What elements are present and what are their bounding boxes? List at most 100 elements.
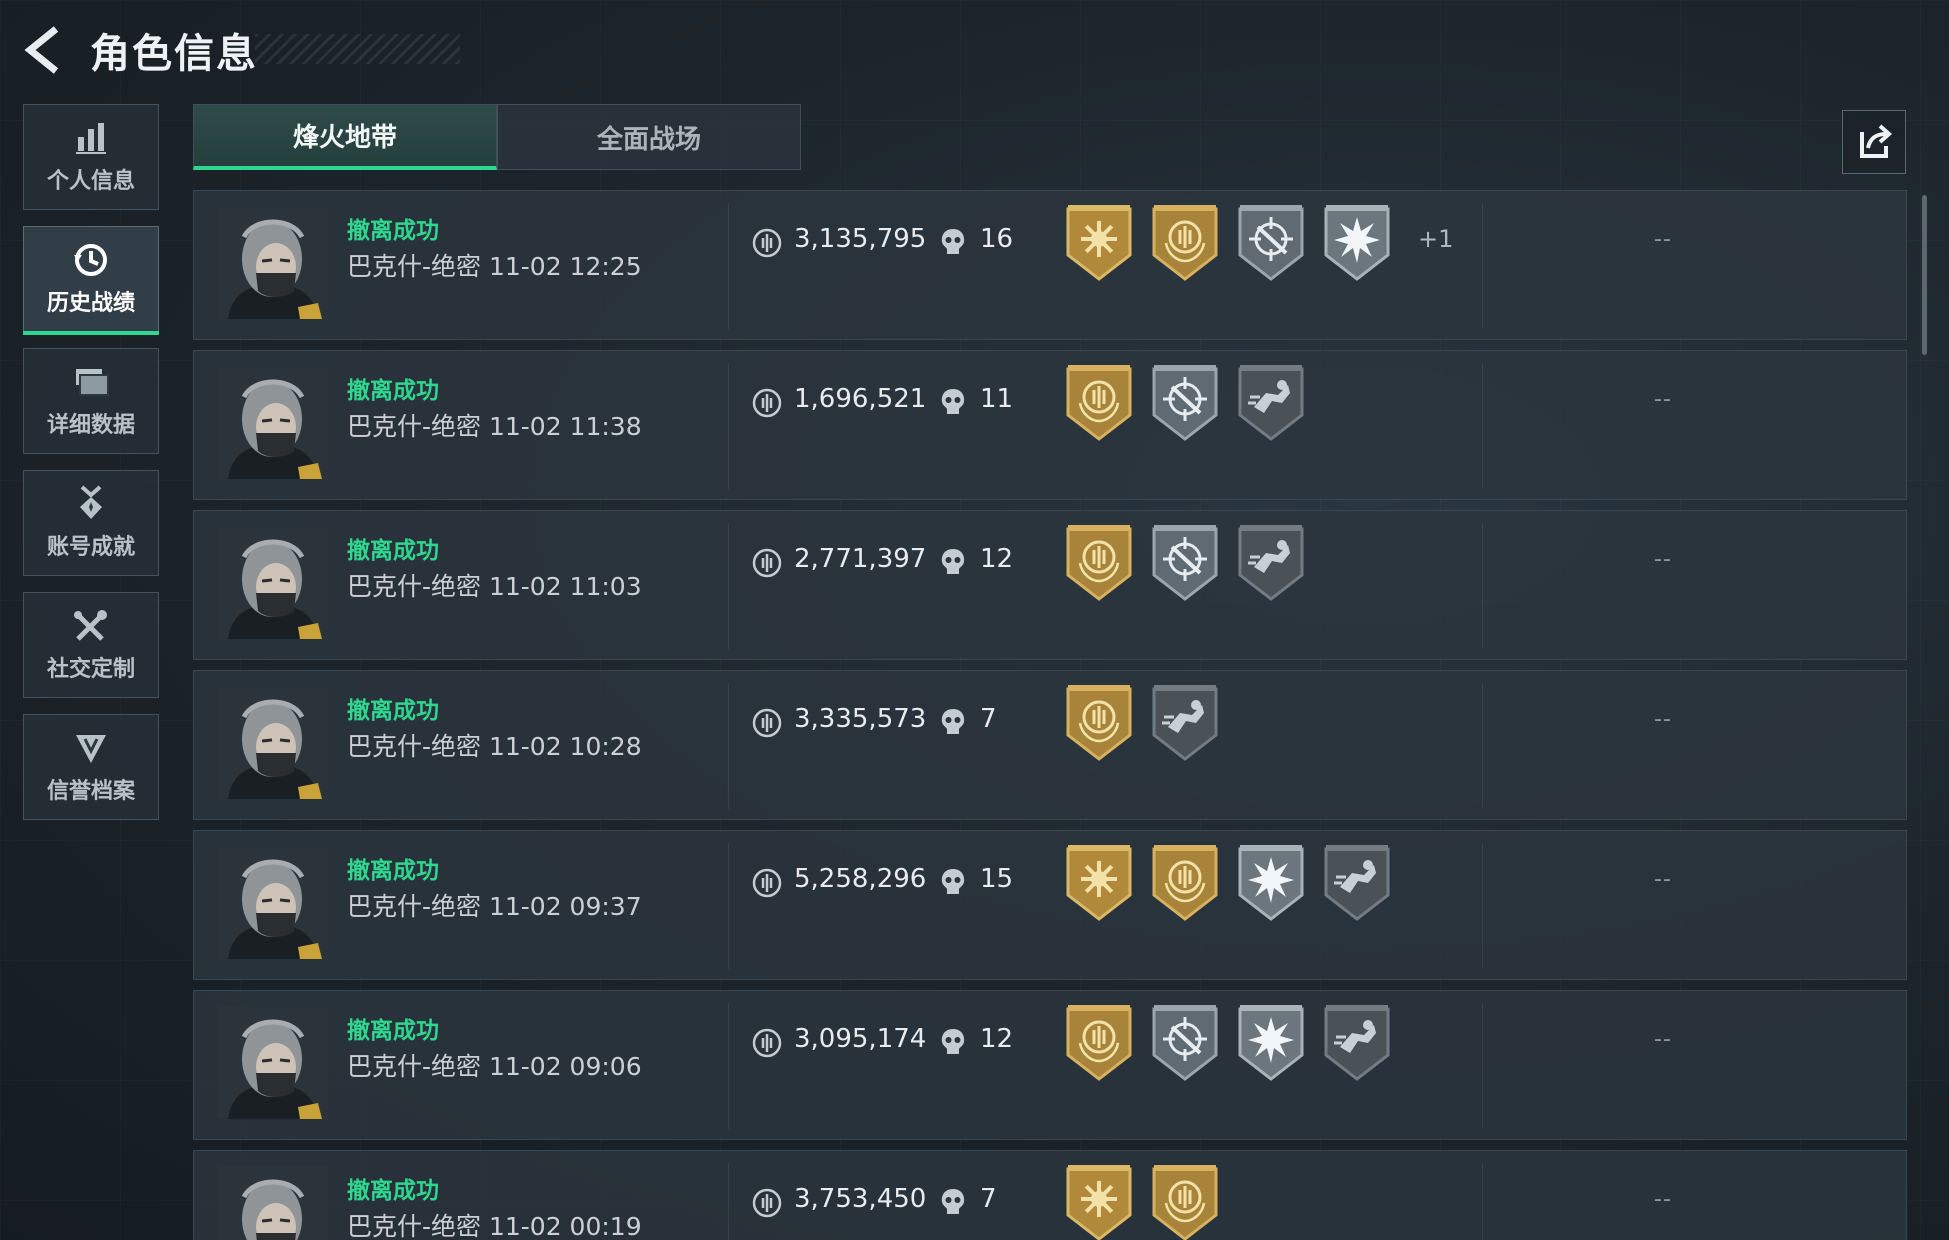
sidebar-item-label: 详细数据 <box>46 413 135 438</box>
sidebar-item-personal-info[interactable]: 个人信息 <box>23 104 159 210</box>
sidebar-item-detailed-data[interactable]: 详细数据 <box>23 348 159 454</box>
money-value: 3,135,795 <box>794 224 927 254</box>
operator-avatar <box>218 527 328 639</box>
map-and-time: 巴克什-绝密 11-02 11:38 <box>347 412 642 441</box>
rank-placeholder: -- <box>1654 227 1672 252</box>
emblem-gold-badge-icon[interactable] <box>1064 363 1134 443</box>
sidebar-item-achievements[interactable]: 账号成就 <box>23 470 159 576</box>
sunburst-gold-badge-icon[interactable] <box>1064 203 1134 283</box>
skull-icon <box>939 227 967 257</box>
sidebar-item-label: 个人信息 <box>46 169 135 194</box>
rank-placeholder: -- <box>1654 547 1672 572</box>
skull-icon <box>939 387 967 417</box>
money-icon <box>752 548 782 578</box>
operator-avatar <box>218 207 328 319</box>
skull-icon <box>939 1027 967 1057</box>
operator-avatar <box>218 1167 328 1240</box>
skull-icon <box>939 867 967 897</box>
match-row[interactable]: 撤离成功 巴克什-绝密 11-02 11:38 1,696,521 11 -- <box>193 350 1907 500</box>
sunburst-gold-badge-icon[interactable] <box>1064 843 1134 923</box>
sidebar-item-credit-record[interactable]: 信誉档案 <box>23 714 159 820</box>
title-decoration <box>255 34 460 64</box>
extraction-status: 撤离成功 <box>347 1178 439 1204</box>
sidebar-item-match-history[interactable]: 历史战绩 <box>23 226 159 335</box>
column-divider <box>1482 843 1483 969</box>
match-row[interactable]: 撤离成功 巴克什-绝密 11-02 09:06 3,095,174 12 -- <box>193 990 1907 1140</box>
burst-silver-badge-icon[interactable] <box>1236 843 1306 923</box>
money-value: 3,753,450 <box>794 1184 927 1214</box>
crosshair-silver-badge-icon[interactable] <box>1150 523 1220 603</box>
column-divider <box>728 1003 729 1129</box>
extraction-status: 撤离成功 <box>347 698 439 724</box>
crosshair-silver-badge-icon[interactable] <box>1150 1003 1220 1083</box>
money-icon <box>752 388 782 418</box>
crosshair-silver-badge-icon[interactable] <box>1150 363 1220 443</box>
rank-placeholder: -- <box>1654 1027 1672 1052</box>
column-divider <box>1482 363 1483 489</box>
map-and-time: 巴克什-绝密 11-02 09:06 <box>347 1052 642 1081</box>
sunburst-gold-badge-icon[interactable] <box>1064 1163 1134 1240</box>
match-history-list: 撤离成功 巴克什-绝密 11-02 12:25 3,135,795 16 +1 -- 撤离成… <box>193 190 1907 1240</box>
tools-icon <box>74 610 107 641</box>
kill-count: 12 <box>980 544 1014 574</box>
burst-silver-badge-icon[interactable] <box>1322 203 1392 283</box>
extraction-status: 撤离成功 <box>347 218 439 244</box>
extraction-status: 撤离成功 <box>347 378 439 404</box>
sidebar-item-label: 历史战绩 <box>46 291 135 316</box>
money-value: 2,771,397 <box>794 544 927 574</box>
runner-dark-badge-icon[interactable] <box>1322 1003 1392 1083</box>
share-button[interactable] <box>1842 110 1906 174</box>
match-row[interactable]: 撤离成功 巴克什-绝密 11-02 10:28 3,335,573 7 -- <box>193 670 1907 820</box>
sidebar-item-label: 社交定制 <box>46 657 135 682</box>
map-and-time: 巴克什-绝密 11-02 09:37 <box>347 892 642 921</box>
kill-count: 7 <box>980 1184 997 1214</box>
column-divider <box>1482 1003 1483 1129</box>
emblem-gold-badge-icon[interactable] <box>1150 203 1220 283</box>
runner-dark-badge-icon[interactable] <box>1322 843 1392 923</box>
crosshair-silver-badge-icon[interactable] <box>1236 203 1306 283</box>
kill-count: 16 <box>980 224 1014 254</box>
emblem-gold-badge-icon[interactable] <box>1150 1163 1220 1240</box>
extraction-status: 撤离成功 <box>347 538 439 564</box>
kill-count: 7 <box>980 704 997 734</box>
burst-silver-badge-icon[interactable] <box>1236 1003 1306 1083</box>
rank-placeholder: -- <box>1654 867 1672 892</box>
skull-icon <box>939 547 967 577</box>
emblem-gold-badge-icon[interactable] <box>1064 523 1134 603</box>
more-badges-count[interactable]: +1 <box>1418 225 1453 253</box>
column-divider <box>728 1163 729 1240</box>
emblem-gold-badge-icon[interactable] <box>1150 843 1220 923</box>
runner-dark-badge-icon[interactable] <box>1236 363 1306 443</box>
sidebar-item-label: 账号成就 <box>46 535 135 560</box>
runner-dark-badge-icon[interactable] <box>1150 683 1220 763</box>
rank-placeholder: -- <box>1654 1187 1672 1212</box>
operator-avatar <box>218 1007 328 1119</box>
tab-hazard-zone[interactable]: 烽火地带 <box>193 104 497 170</box>
column-divider <box>728 843 729 969</box>
match-row[interactable]: 撤离成功巴克什-绝密 11-02 12:25 3,135,795 16 +1 -- <box>193 190 1907 340</box>
map-and-time: 巴克什-绝密 11-02 11:03 <box>347 572 642 601</box>
emblem-gold-badge-icon[interactable] <box>1064 683 1134 763</box>
tab-full-battlefield[interactable]: 全面战场 <box>497 104 801 170</box>
money-value: 3,095,174 <box>794 1024 927 1054</box>
credit-shield-icon <box>76 735 106 763</box>
sidebar-item-social-custom[interactable]: 社交定制 <box>23 592 159 698</box>
match-row[interactable]: 撤离成功巴克什-绝密 11-02 00:19 3,753,450 7 -- <box>193 1150 1907 1240</box>
list-scrollbar[interactable] <box>1922 195 1927 355</box>
money-icon <box>752 1028 782 1058</box>
match-row[interactable]: 撤离成功 巴克什-绝密 11-02 09:37 5,258,296 15 -- <box>193 830 1907 980</box>
back-arrow-icon[interactable] <box>22 25 68 75</box>
operator-avatar <box>218 367 328 479</box>
mode-tabs: 烽火地带 全面战场 <box>193 104 801 170</box>
runner-dark-badge-icon[interactable] <box>1236 523 1306 603</box>
money-value: 5,258,296 <box>794 864 927 894</box>
kill-count: 15 <box>980 864 1014 894</box>
page-title: 角色信息 <box>90 31 258 77</box>
money-icon <box>752 868 782 898</box>
skull-icon <box>939 1187 967 1217</box>
kill-count: 11 <box>980 384 1014 414</box>
match-row[interactable]: 撤离成功巴克什-绝密 11-02 11:03 2,771,397 12 -- <box>193 510 1907 660</box>
map-and-time: 巴克什-绝密 11-02 00:19 <box>347 1212 642 1240</box>
emblem-gold-badge-icon[interactable] <box>1064 1003 1134 1083</box>
map-and-time: 巴克什-绝密 11-02 12:25 <box>347 252 642 281</box>
